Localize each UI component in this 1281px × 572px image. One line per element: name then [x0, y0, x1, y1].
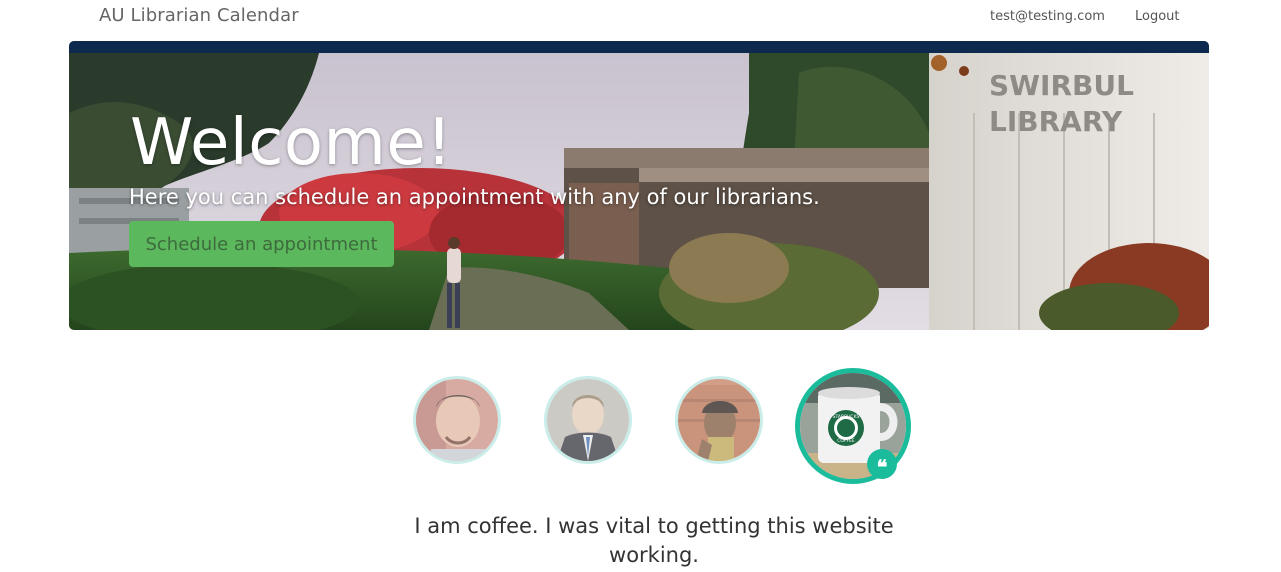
library-sign-line-1: SWIRBUL	[989, 69, 1134, 102]
quote-icon: ❝	[867, 449, 897, 479]
person-portrait-icon	[678, 379, 760, 461]
hero-top-border	[69, 41, 1209, 53]
person-portrait-icon	[416, 379, 498, 461]
hero-jumbotron: SWIRBUL LIBRARY Welcome! Here you can sc…	[69, 41, 1209, 330]
mug-logo-text-bottom: COFFEE	[837, 438, 855, 444]
welcome-subtitle: Here you can schedule an appointment wit…	[129, 185, 820, 209]
testimonial-avatars: STARBUCKS COFFEE	[0, 360, 1281, 490]
welcome-heading: Welcome!	[130, 106, 453, 180]
logout-link[interactable]: Logout	[1135, 9, 1180, 24]
avatar-team-member-3[interactable]	[675, 376, 763, 464]
testimonial-quote: I am coffee. I was vital to getting this…	[414, 514, 894, 567]
user-email-link[interactable]: test@testing.com	[990, 9, 1105, 24]
mug-logo-text-top: STARBUCKS	[833, 414, 860, 420]
person-portrait-icon	[547, 379, 629, 461]
schedule-appointment-button[interactable]: Schedule an appointment	[129, 221, 394, 267]
brand-link[interactable]: AU Librarian Calendar	[99, 5, 299, 26]
navbar: AU Librarian Calendar test@testing.com L…	[0, 0, 1281, 34]
avatar-team-member-2[interactable]	[544, 376, 632, 464]
library-sign-line-2: LIBRARY	[989, 105, 1123, 138]
avatar-team-member-1[interactable]	[413, 376, 501, 464]
